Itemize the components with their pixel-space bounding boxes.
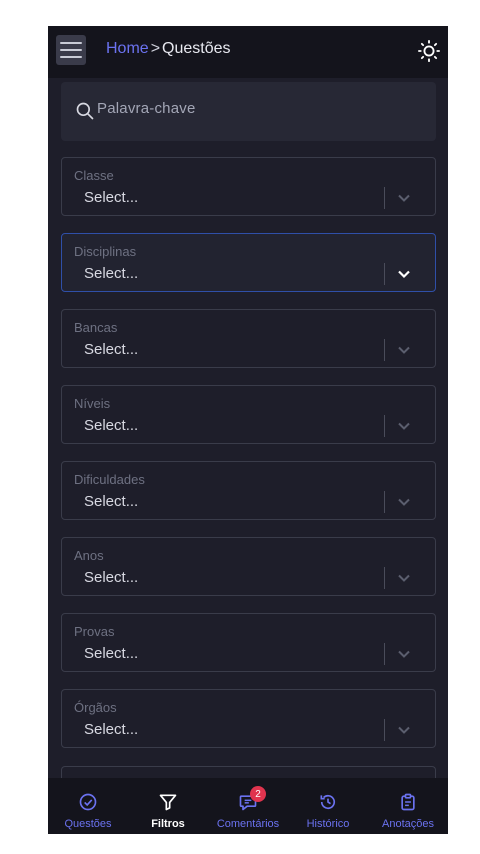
breadcrumb-home[interactable]: Home	[106, 40, 149, 58]
nav-label: Questões	[64, 818, 112, 830]
filter-label: Classe	[74, 168, 114, 183]
nav-label: Anotações	[382, 818, 434, 830]
nav-questoes[interactable]: Questões	[48, 778, 128, 834]
divider	[384, 643, 385, 665]
filter-value: Select...	[84, 417, 139, 434]
divider	[384, 187, 385, 209]
filter-disciplinas[interactable]: Disciplinas Select...	[61, 233, 436, 292]
filter-orgaos[interactable]: Órgãos Select...	[61, 689, 436, 748]
breadcrumb: Home > Questões	[106, 40, 231, 58]
filter-label: Dificuldades	[74, 472, 145, 487]
chevron-down-icon[interactable]	[397, 723, 411, 737]
filter-label: Bancas	[74, 320, 118, 335]
filter-value: Select...	[84, 569, 139, 586]
chevron-down-icon[interactable]	[397, 647, 411, 661]
chevron-down-icon[interactable]	[397, 191, 411, 205]
search-input[interactable]: Palavra-chave	[61, 82, 436, 141]
app-screen: Home > Questões Palavra-chave Classe Sel…	[48, 26, 448, 834]
filter-dificuldades[interactable]: Dificuldades Select...	[61, 461, 436, 520]
filter-anos[interactable]: Anos Select...	[61, 537, 436, 596]
divider	[384, 263, 385, 285]
nav-historico[interactable]: Histórico	[288, 778, 368, 834]
clipboard-icon	[401, 793, 415, 811]
filter-label: Órgãos	[74, 700, 117, 715]
divider	[384, 567, 385, 589]
filter-value: Select...	[84, 265, 139, 282]
chevron-down-icon[interactable]	[397, 419, 411, 433]
bottom-nav: Questões Filtros 2 Comentários Histórico	[48, 778, 448, 834]
filter-provas[interactable]: Provas Select...	[61, 613, 436, 672]
filter-label: Provas	[74, 624, 115, 639]
divider	[384, 719, 385, 741]
filter-value: Select...	[84, 721, 139, 738]
nav-label: Comentários	[216, 818, 280, 830]
nav-filtros[interactable]: Filtros	[128, 778, 208, 834]
divider	[384, 415, 385, 437]
divider	[384, 491, 385, 513]
filter-niveis[interactable]: Níveis Select...	[61, 385, 436, 444]
filter-value: Select...	[84, 493, 139, 510]
filter-value: Select...	[84, 645, 139, 662]
top-bar: Home > Questões	[48, 26, 448, 78]
history-icon	[320, 794, 336, 810]
chevron-down-icon[interactable]	[397, 343, 411, 357]
chevron-down-icon[interactable]	[397, 267, 411, 281]
filter-classe[interactable]: Classe Select...	[61, 157, 436, 216]
divider	[384, 339, 385, 361]
hamburger-icon[interactable]	[56, 35, 86, 65]
nav-anotacoes[interactable]: Anotações	[368, 778, 448, 834]
search-placeholder: Palavra-chave	[97, 100, 196, 117]
check-circle-icon	[79, 793, 97, 811]
filter-label: Anos	[74, 548, 104, 563]
sun-icon[interactable]	[418, 40, 440, 62]
nav-comentarios[interactable]: 2 Comentários	[208, 778, 288, 834]
nav-label: Filtros	[151, 818, 185, 830]
filter-icon	[159, 794, 177, 811]
filter-value: Select...	[84, 341, 139, 358]
filter-value: Select...	[84, 189, 139, 206]
chevron-down-icon[interactable]	[397, 495, 411, 509]
chevron-down-icon[interactable]	[397, 571, 411, 585]
nav-label: Histórico	[306, 818, 350, 830]
filter-bancas[interactable]: Bancas Select...	[61, 309, 436, 368]
breadcrumb-separator: >	[150, 40, 161, 57]
search-icon	[76, 102, 94, 120]
notification-badge: 2	[250, 786, 266, 802]
filter-label: Disciplinas	[74, 244, 137, 259]
filter-label: Níveis	[74, 396, 111, 411]
breadcrumb-current: Questões	[162, 40, 231, 57]
